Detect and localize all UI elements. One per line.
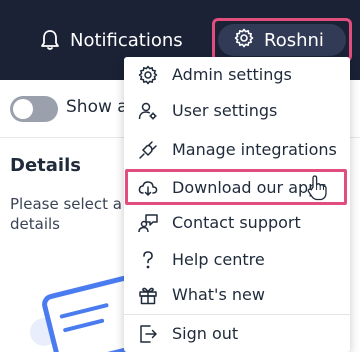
menu-item-label: Help centre	[172, 250, 265, 269]
empty-state-illustration	[30, 270, 148, 352]
show-toggle[interactable]	[10, 96, 58, 122]
menu-item-label: What's new	[172, 285, 265, 304]
user-pill[interactable]: Roshni	[218, 24, 346, 56]
menu-item-manage-integrations[interactable]: Manage integrations	[124, 134, 350, 166]
menu-item-help-centre[interactable]: Help centre	[124, 244, 350, 276]
menu-item-label: Admin settings	[172, 65, 292, 84]
question-icon	[138, 250, 158, 270]
menu-item-label: Download our apps	[172, 178, 327, 197]
menu-item-contact-support[interactable]: Contact support	[124, 207, 350, 239]
cloud-download-icon	[138, 178, 158, 198]
user-gear-icon	[138, 101, 158, 121]
hand-pointer-icon	[307, 175, 327, 201]
menu-item-admin-settings[interactable]: Admin settings	[124, 59, 350, 91]
menu-item-whats-new[interactable]: What's new	[124, 279, 350, 311]
menu-item-label: Contact support	[172, 213, 301, 232]
user-name: Roshni	[264, 29, 324, 51]
menu-divider	[124, 314, 350, 315]
bell-icon	[40, 29, 60, 51]
details-description: Please select a details	[10, 195, 122, 233]
gift-icon	[138, 285, 158, 305]
gear-icon	[138, 65, 158, 85]
user-menu-button[interactable]: Roshni	[212, 18, 352, 62]
gear-icon	[234, 28, 254, 53]
notifications-label: Notifications	[70, 29, 183, 51]
menu-item-sign-out[interactable]: Sign out	[124, 318, 350, 350]
details-title: Details	[10, 155, 81, 176]
notifications-button[interactable]: Notifications	[40, 26, 183, 54]
user-dropdown-menu: Admin settings User settings Manage inte…	[124, 57, 350, 352]
menu-item-user-settings[interactable]: User settings	[124, 95, 350, 127]
sign-out-icon	[138, 324, 158, 344]
menu-item-label: User settings	[172, 101, 278, 120]
support-chat-icon	[138, 213, 158, 233]
menu-item-label: Manage integrations	[172, 140, 337, 159]
toggle-knob	[13, 99, 33, 119]
menu-item-label: Sign out	[172, 324, 239, 343]
plug-icon	[138, 140, 158, 160]
